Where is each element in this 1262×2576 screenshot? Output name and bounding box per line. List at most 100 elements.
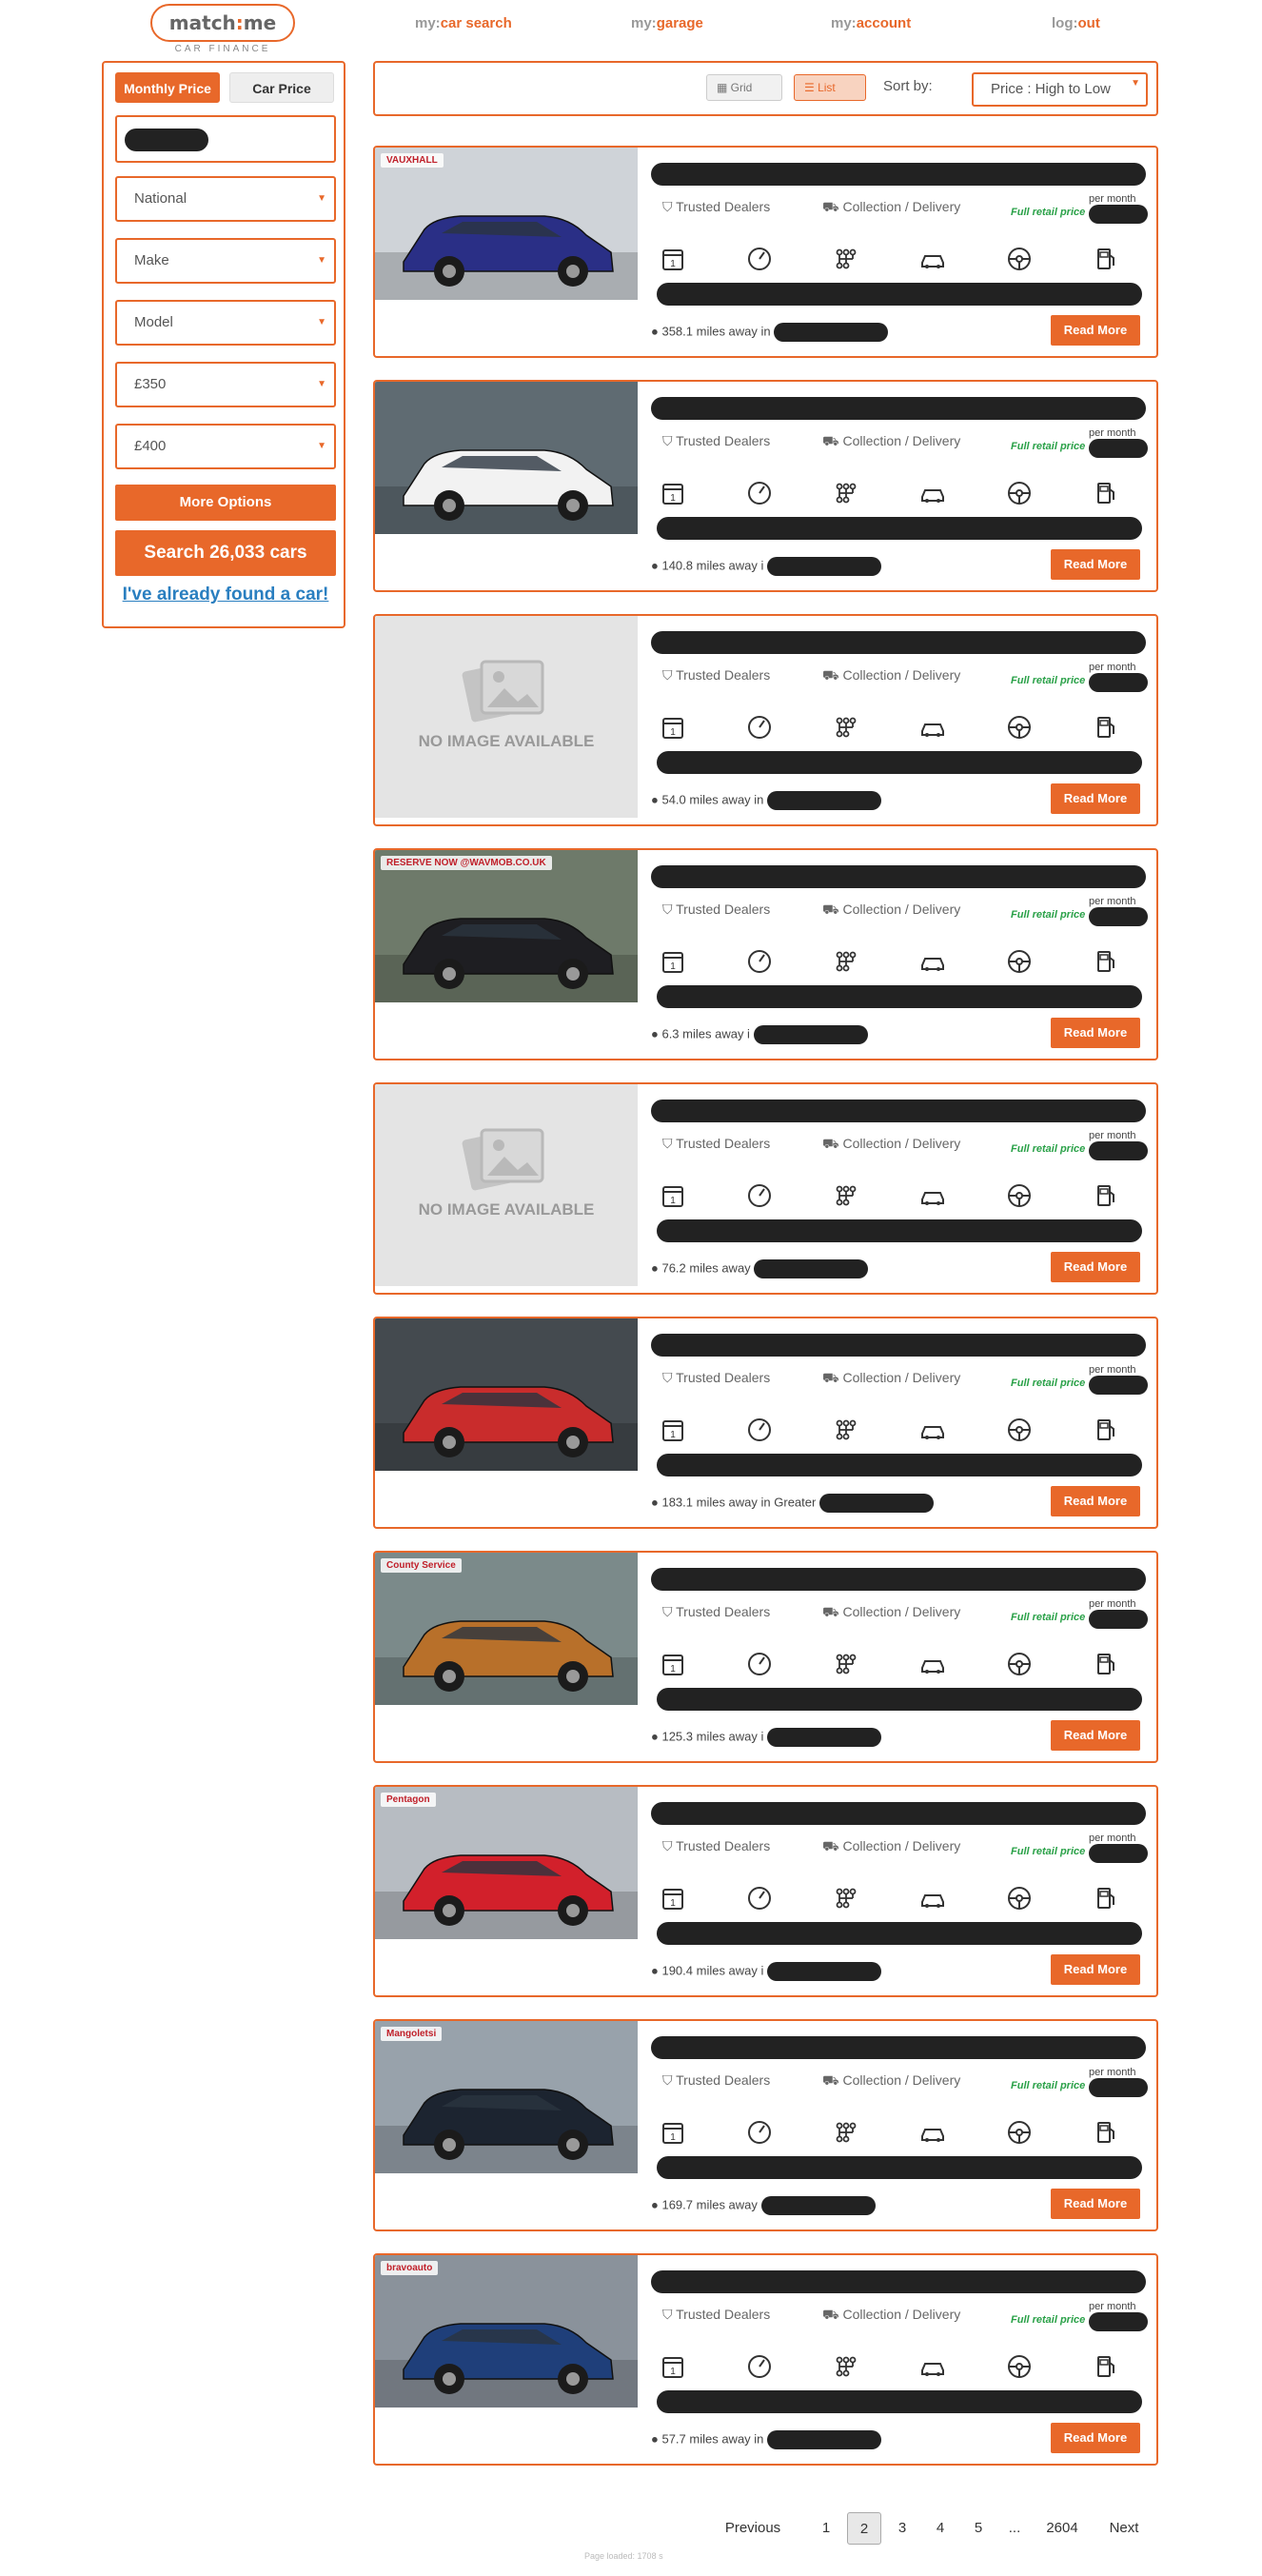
pagination-next[interactable]: Next (1100, 2512, 1148, 2545)
calendar-icon: 1 (662, 1420, 683, 1441)
listing-card[interactable]: County Service ⛉ Trusted Dealers ⛟ Collect… (373, 1551, 1158, 1763)
search-button[interactable]: Search 26,033 cars (115, 530, 336, 576)
calendar-icon: 1 (662, 1186, 683, 1207)
full-retail-price-label: Full retail price (1011, 909, 1086, 921)
nav-account[interactable]: my:account (831, 15, 911, 31)
listing-card[interactable]: ⛉ Trusted Dealers ⛟ Collection / Delivery… (373, 1317, 1158, 1529)
read-more-button[interactable]: Read More (1051, 2189, 1140, 2219)
car-body-icon (921, 1426, 944, 1439)
read-more-button[interactable]: Read More (1051, 1720, 1140, 1751)
tab-car-price[interactable]: Car Price (229, 72, 334, 103)
make-select[interactable]: Make ▼ (115, 238, 336, 284)
listing-title-redacted (651, 1802, 1146, 1825)
trusted-dealers-badge: ⛉ Trusted Dealers (662, 199, 770, 215)
car-photo[interactable] (375, 2255, 638, 2408)
chevron-down-icon: ▼ (317, 441, 326, 451)
pagination-page-last[interactable]: 2604 (1039, 2512, 1085, 2545)
listing-card[interactable]: RESERVE NOW @WAVMOB.CO.UK ⛉ Trusted Deale… (373, 848, 1158, 1060)
tab-monthly-price[interactable]: Monthly Price (115, 72, 220, 103)
pagination-previous[interactable]: Previous (720, 2512, 786, 2545)
steering-wheel-icon (1008, 1184, 1031, 1207)
model-value: Model (134, 314, 173, 330)
car-photo[interactable] (375, 1787, 638, 1939)
min-price-select[interactable]: £350 ▼ (115, 362, 336, 407)
car-photo[interactable] (375, 1318, 638, 1471)
read-more-button[interactable]: Read More (1051, 1252, 1140, 1282)
read-more-button[interactable]: Read More (1051, 2423, 1140, 2453)
site-logo[interactable]: match:me (150, 4, 295, 42)
delivery-label: Collection / Delivery (842, 902, 961, 917)
nav-logout[interactable]: log:out (1052, 15, 1100, 31)
steering-wheel-icon (1008, 1653, 1031, 1675)
pagination-page[interactable]: 1 (815, 2512, 838, 2545)
listing-card[interactable]: VAUXHALL ⛉ Trusted Dealers ⛟ Collection / … (373, 146, 1158, 358)
svg-text:1: 1 (670, 1898, 676, 1909)
results-toolbar: ▦ Grid ☰ List Sort by: Price : High to L… (373, 61, 1158, 116)
nav-garage[interactable]: my:garage (631, 15, 703, 31)
sort-select[interactable]: Price : High to Low ▼ (972, 72, 1148, 107)
listing-card[interactable]: Mangoletsi ⛉ Trusted Dealers ⛟ Collection … (373, 2019, 1158, 2231)
trusted-label: Trusted Dealers (676, 1370, 771, 1385)
list-view-button[interactable]: ☰ List (794, 74, 866, 101)
gearbox-icon (836, 248, 857, 269)
truck-icon: ⛟ (822, 1604, 843, 1619)
listing-photo[interactable]: Pentagon (375, 1787, 638, 1939)
car-photo[interactable] (375, 2021, 638, 2173)
max-price-select[interactable]: £400 ▼ (115, 424, 336, 469)
search-sidebar: Monthly Price Car Price National ▼ Make ▼ … (102, 61, 345, 628)
listing-description-redacted (657, 1922, 1142, 1945)
pagination-page[interactable]: 4 (929, 2512, 952, 2545)
shield-icon: ⛉ (662, 902, 677, 917)
grid-view-button[interactable]: ▦ Grid (706, 74, 782, 101)
read-more-button[interactable]: Read More (1051, 1486, 1140, 1516)
fuel-pump-icon (1097, 951, 1114, 972)
listing-card[interactable]: ⛉ Trusted Dealers ⛟ Collection / Delivery… (373, 380, 1158, 592)
calendar-icon: 1 (662, 484, 683, 505)
read-more-button[interactable]: Read More (1051, 1018, 1140, 1048)
speedometer-icon (748, 950, 771, 973)
listing-title-redacted (651, 1100, 1146, 1122)
shield-icon: ⛉ (662, 2307, 677, 2322)
listing-photo[interactable] (375, 1318, 638, 1471)
map-pin-icon: ● (651, 792, 662, 807)
car-photo[interactable] (375, 1553, 638, 1705)
read-more-button[interactable]: Read More (1051, 783, 1140, 814)
gearbox-icon (836, 483, 857, 504)
per-month-label: per month (1089, 1833, 1136, 1844)
pagination-ellipsis: ... (1008, 2520, 1021, 2536)
more-options-button[interactable]: More Options (115, 485, 336, 521)
dealer-badge: RESERVE NOW @WAVMOB.CO.UK (381, 856, 552, 870)
listing-card[interactable]: Pentagon ⛉ Trusted Dealers ⛟ Collection / … (373, 1785, 1158, 1997)
read-more-button[interactable]: Read More (1051, 549, 1140, 580)
read-more-button[interactable]: Read More (1051, 1954, 1140, 1985)
svg-text:1: 1 (670, 2367, 676, 2377)
listing-photo[interactable] (375, 382, 638, 534)
truck-icon: ⛟ (822, 199, 843, 214)
pagination-page-current[interactable]: 2 (847, 2512, 881, 2545)
speedometer-icon (748, 248, 771, 270)
listing-photo[interactable]: County Service (375, 1553, 638, 1705)
car-photo[interactable] (375, 148, 638, 300)
listing-card[interactable]: NO IMAGE AVAILABLE ⛉ Trusted Dealers ⛟ Col… (373, 1082, 1158, 1295)
listing-card[interactable]: NO IMAGE AVAILABLE ⛉ Trusted Dealers ⛟ Col… (373, 614, 1158, 826)
listing-photo[interactable]: bravoauto (375, 2255, 638, 2408)
pagination-page[interactable]: 3 (891, 2512, 914, 2545)
nav-car-search[interactable]: my:car search (415, 15, 512, 31)
listing-photo[interactable]: RESERVE NOW @WAVMOB.CO.UK (375, 850, 638, 1002)
distance-text: 140.8 miles away i (661, 558, 764, 573)
listing-card[interactable]: bravoauto ⛉ Trusted Dealers ⛟ Collection /… (373, 2253, 1158, 2466)
listing-description-redacted (657, 517, 1142, 540)
trusted-label: Trusted Dealers (676, 2072, 771, 2088)
pagination-page[interactable]: 5 (967, 2512, 990, 2545)
location-select[interactable]: National ▼ (115, 176, 336, 222)
car-photo[interactable] (375, 382, 638, 534)
listing-photo[interactable]: VAUXHALL (375, 148, 638, 300)
read-more-button[interactable]: Read More (1051, 315, 1140, 346)
min-price-value: £350 (134, 376, 167, 392)
listing-photo[interactable]: Mangoletsi (375, 2021, 638, 2173)
model-select[interactable]: Model ▼ (115, 300, 336, 346)
postcode-input[interactable] (115, 115, 336, 163)
car-photo[interactable] (375, 850, 638, 1002)
already-found-link[interactable]: I've already found a car! (115, 585, 336, 605)
collection-delivery-badge: ⛟ Collection / Delivery (822, 433, 960, 451)
